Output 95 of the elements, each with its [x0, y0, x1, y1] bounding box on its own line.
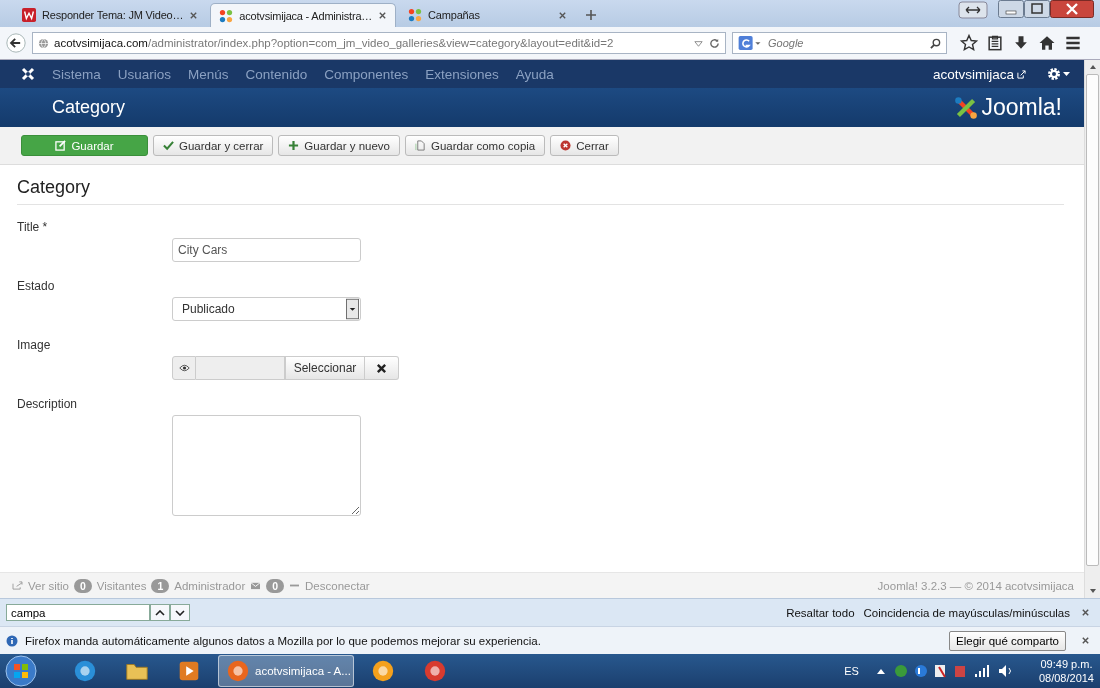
down-icon	[175, 609, 185, 616]
match-case-option[interactable]: Coincidencia de mayúsculas/minúsculas	[863, 606, 1070, 619]
preview-button[interactable]	[172, 356, 196, 380]
close-button[interactable]: Cerrar	[550, 135, 619, 156]
close-icon[interactable]	[189, 10, 199, 20]
up-icon	[155, 609, 165, 616]
joomla-logo-icon	[953, 94, 980, 121]
document-icon	[415, 140, 427, 151]
user-link[interactable]: acotvsimijaca	[932, 66, 1014, 82]
maximize-icon[interactable]	[1024, 0, 1050, 18]
caret-icon	[346, 298, 359, 320]
status-select[interactable]: Publicado	[172, 297, 361, 321]
menu-item[interactable]: Componentes	[324, 66, 409, 82]
minimize-icon[interactable]	[998, 0, 1024, 18]
menu-item[interactable]: Contenido	[245, 66, 308, 82]
save-button[interactable]: Guardar y cerrar	[153, 135, 274, 156]
external-link-icon	[1017, 69, 1026, 79]
plus-icon	[288, 140, 300, 151]
menu-item[interactable]: Sistema	[52, 66, 101, 82]
start-button-icon[interactable]	[4, 654, 38, 688]
close-icon[interactable]	[378, 11, 388, 20]
scroll-down-icon[interactable]	[1087, 587, 1098, 595]
count-badge: 0	[73, 578, 92, 593]
clock[interactable]: 09:49 p.m. 08/08/2014	[1038, 657, 1094, 685]
close-icon[interactable]	[1081, 636, 1090, 645]
language-indicator[interactable]: ES	[844, 665, 859, 677]
info-icon	[6, 634, 18, 647]
close-icon[interactable]	[558, 10, 568, 20]
edit-icon	[55, 140, 67, 151]
select-button[interactable]: Seleccionar	[285, 356, 365, 380]
highlight-all-option[interactable]: Resaltar todo	[786, 606, 855, 619]
choose-button[interactable]: Elegir qué comparto	[949, 630, 1066, 651]
menu-item[interactable]: Menús	[188, 66, 229, 82]
share-icon	[12, 581, 23, 590]
save-button[interactable]: Guardar y nuevo	[278, 135, 401, 156]
url-host: acotvsimijaca.com	[54, 37, 148, 49]
settings-icon[interactable]	[1046, 66, 1072, 82]
field-label: Estado	[17, 279, 56, 291]
scroll-up-icon[interactable]	[1087, 63, 1098, 71]
count-badge: 0	[266, 578, 285, 593]
globe-icon	[38, 37, 49, 49]
clear-button[interactable]	[365, 356, 399, 380]
search-icon[interactable]	[930, 37, 941, 49]
page-title: Category	[52, 97, 126, 118]
app-icon	[370, 658, 396, 684]
envelope-icon	[250, 581, 262, 590]
field-label: Image	[17, 338, 52, 350]
admins-label: Administrador	[174, 579, 246, 592]
field-label: Title *	[17, 220, 49, 232]
field-label: Description	[17, 397, 79, 409]
description-field[interactable]	[172, 415, 361, 516]
browser-tab[interactable]: acotvsimijaca - Administra…	[210, 3, 397, 27]
eye-icon	[178, 364, 190, 372]
scroll-bar[interactable]	[1084, 60, 1100, 598]
close-icon[interactable]	[1081, 608, 1090, 617]
brand-name: Joomla!	[981, 94, 1062, 121]
find-previous-button[interactable]	[150, 604, 170, 621]
check-icon	[163, 140, 174, 151]
scroll-thumb[interactable]	[1086, 74, 1099, 566]
clipboard-icon[interactable]	[985, 33, 1005, 53]
notification-text: Firefox manda automáticamente algunos datos a Mozilla por lo que podemos mejorar su experiencia.	[25, 634, 541, 647]
app-icon	[225, 658, 251, 684]
back-icon[interactable]	[6, 33, 26, 53]
find-next-button[interactable]	[170, 604, 190, 621]
copyright-text: Joomla! 3.2.3 — © 2014 acotvsimijaca	[877, 579, 1074, 592]
joomla-favicon-icon	[408, 8, 423, 22]
joomla-logo-icon[interactable]	[20, 66, 36, 82]
close-icon	[376, 362, 387, 374]
close-icon[interactable]	[1050, 0, 1094, 18]
search-field[interactable]: Google	[732, 32, 947, 54]
menu-item[interactable]: Extensiones	[425, 66, 499, 82]
browser-tab[interactable]: Campañas	[400, 3, 576, 27]
menu-item[interactable]: Usuarios	[117, 66, 172, 82]
title-field[interactable]: City Cars	[172, 238, 361, 262]
app-icon	[72, 658, 98, 684]
find-field[interactable]: campa	[6, 604, 150, 621]
resize-icon[interactable]	[958, 1, 988, 19]
google-plus-icon	[738, 36, 762, 50]
save-button[interactable]: Guardar como copia	[405, 135, 546, 156]
form-heading: Category	[17, 177, 1064, 205]
forum-favicon-icon	[22, 8, 36, 22]
joomla-favicon-icon	[219, 8, 234, 23]
new-tab-icon[interactable]	[585, 9, 598, 21]
menu-item[interactable]: Ayuda	[515, 66, 554, 82]
star-icon[interactable]	[959, 33, 979, 53]
address-bar[interactable]: acotvsimijaca.com/administrator/index.php?option=com_jm_video_galleries&view=category&layout=edit&id=2	[32, 32, 726, 54]
browser-tab[interactable]: Responder Tema: JM Video…	[14, 3, 207, 27]
url-path: /administrator/index.php?option=com_jm_video_galleries&view=category&layout=edit&id=2	[147, 37, 614, 49]
count-badge: 1	[151, 578, 170, 593]
taskbar-app[interactable]: acotvsimijaca - A...	[218, 655, 354, 687]
app-icon	[422, 658, 448, 684]
cancel-icon	[560, 140, 572, 151]
image-path-field[interactable]	[196, 356, 285, 380]
reload-icon[interactable]	[709, 37, 720, 49]
visitors-label: Visitantes	[96, 579, 147, 592]
